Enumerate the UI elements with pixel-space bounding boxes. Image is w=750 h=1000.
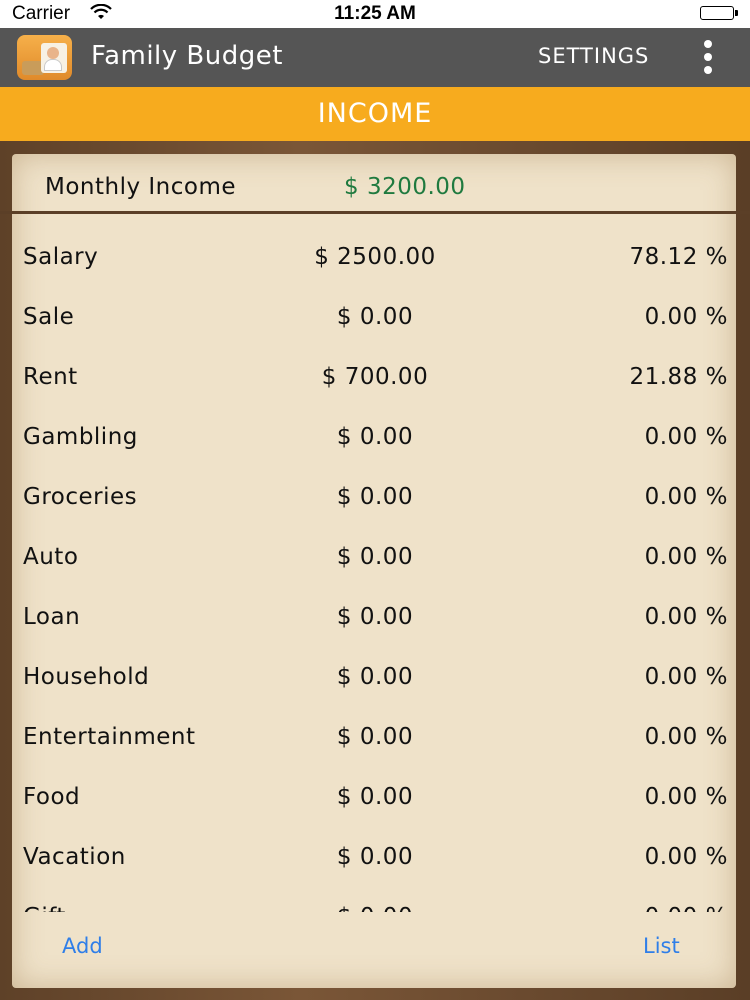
list-item[interactable]: Salary $ 2500.00 78.12 %: [12, 230, 736, 270]
category-name: Vacation: [23, 844, 126, 870]
list-item[interactable]: Gambling $ 0.00 0.00 %: [12, 410, 736, 450]
category-amount: $ 0.00: [336, 604, 414, 630]
list-item[interactable]: Groceries $ 0.00 0.00 %: [12, 470, 736, 510]
category-name: Entertainment: [23, 724, 196, 750]
category-name: Loan: [23, 604, 81, 630]
bottom-bar: Add List: [12, 918, 736, 978]
category-name: Salary: [23, 244, 99, 270]
category-name: Groceries: [23, 484, 138, 510]
list-item[interactable]: Auto $ 0.00 0.00 %: [12, 530, 736, 570]
app-bar: Family Budget SETTINGS: [0, 28, 750, 87]
vertical-ellipsis-icon[interactable]: [698, 40, 718, 76]
category-percent: 0.00 %: [644, 784, 728, 810]
category-percent: 0.00 %: [644, 724, 728, 750]
category-amount: $ 0.00: [336, 304, 414, 330]
category-percent: 0.00 %: [644, 304, 728, 330]
category-amount: $ 0.00: [336, 784, 414, 810]
category-percent: 0.00 %: [645, 904, 728, 912]
category-amount: $ 0.00: [336, 424, 414, 450]
category-name: Food: [23, 784, 81, 810]
monthly-income-value: $ 3200.00: [344, 174, 466, 200]
category-amount: $ 0.00: [336, 724, 414, 750]
category-percent: 0.00 %: [644, 844, 728, 870]
family-budget-app-icon: [17, 35, 72, 80]
battery-icon: [700, 6, 740, 22]
list-item[interactable]: Vacation $ 0.00 0.00 %: [12, 830, 736, 870]
category-name: Auto: [23, 544, 79, 570]
list-item[interactable]: Food $ 0.00 0.00 %: [12, 770, 736, 810]
list-item[interactable]: Entertainment $ 0.00 0.00 %: [12, 710, 736, 750]
settings-button[interactable]: SETTINGS: [538, 44, 649, 68]
add-button[interactable]: Add: [62, 934, 103, 958]
app-title: Family Budget: [91, 41, 283, 71]
category-percent: 0.00 %: [644, 604, 728, 630]
income-category-list[interactable]: Salary $ 2500.00 78.12 % Sale $ 0.00 0.0…: [12, 230, 736, 912]
category-amount: $ 0.00: [336, 544, 414, 570]
category-amount: $ 0.00: [336, 664, 414, 690]
category-name: Household: [23, 664, 150, 690]
monthly-income-label: Monthly Income: [45, 174, 237, 200]
divider: [0, 211, 750, 214]
monthly-income-summary: Monthly Income $ 3200.00: [16, 162, 732, 210]
category-amount: $ 0.00: [225, 904, 525, 912]
status-time: 11:25 AM: [334, 3, 416, 24]
category-amount: $ 0.00: [336, 844, 414, 870]
category-percent: 0.00 %: [644, 484, 728, 510]
status-bar: Carrier 11:25 AM: [0, 0, 750, 28]
category-percent: 0.00 %: [644, 664, 728, 690]
list-button[interactable]: List: [643, 934, 680, 958]
list-item[interactable]: Rent $ 700.00 21.88 %: [12, 350, 736, 390]
category-amount: $ 2500.00: [314, 244, 436, 270]
category-percent: 0.00 %: [644, 424, 728, 450]
category-name: Rent: [23, 364, 78, 390]
list-item[interactable]: Gift $ 0.00 0.00 %: [12, 890, 736, 912]
category-amount: $ 0.00: [336, 484, 414, 510]
category-name: Sale: [23, 304, 75, 330]
category-name: Gambling: [23, 424, 138, 450]
list-item[interactable]: Loan $ 0.00 0.00 %: [12, 590, 736, 630]
category-percent: 78.12 %: [629, 244, 728, 270]
category-amount: $ 700.00: [321, 364, 429, 390]
list-item[interactable]: Household $ 0.00 0.00 %: [12, 650, 736, 690]
category-name: Gift: [23, 904, 66, 912]
list-item[interactable]: Sale $ 0.00 0.00 %: [12, 290, 736, 330]
category-percent: 21.88 %: [629, 364, 728, 390]
category-percent: 0.00 %: [644, 544, 728, 570]
section-title: INCOME: [0, 87, 750, 141]
